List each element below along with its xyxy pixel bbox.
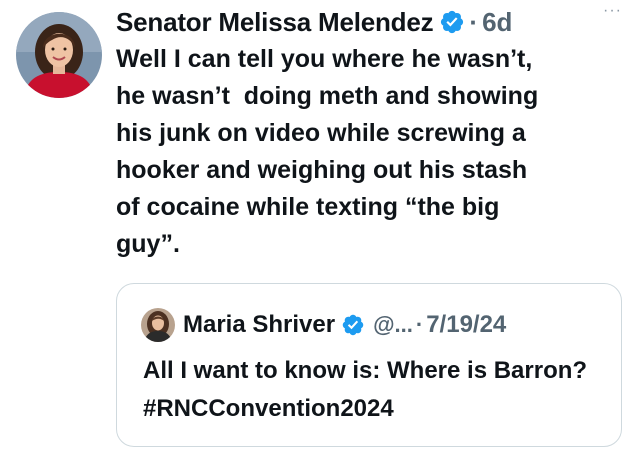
author-avatar[interactable] <box>16 12 102 98</box>
verified-badge-icon <box>441 10 464 34</box>
quoted-text: All I want to know is: Where is Barron? … <box>143 357 588 422</box>
quoted-author-name: Maria Shriver <box>183 311 336 338</box>
header-separator: · <box>469 6 479 37</box>
quoted-tweet[interactable]: Maria Shriver @... · 7/19/24 All I want … <box>116 283 622 447</box>
quoted-separator: · <box>415 312 424 337</box>
quoted-date: 7/19/24 <box>426 311 507 338</box>
author-name[interactable]: Senator Melissa Melendez <box>116 7 434 38</box>
verified-badge-icon <box>342 314 364 336</box>
quoted-header: Maria Shriver @... · 7/19/24 <box>183 307 613 343</box>
quoted-author-handle: @... <box>373 312 413 337</box>
tweet-header: Senator Melissa Melendez · 6d <box>116 5 630 39</box>
tweet-text: Well I can tell you where he wasn’t, he … <box>116 45 539 258</box>
quoted-author-avatar <box>141 308 175 342</box>
tweet-time[interactable]: 6d <box>482 7 512 38</box>
more-options-icon[interactable]: ··· <box>603 2 622 20</box>
tweet: Senator Melissa Melendez · 6d ··· Well I… <box>0 0 640 464</box>
